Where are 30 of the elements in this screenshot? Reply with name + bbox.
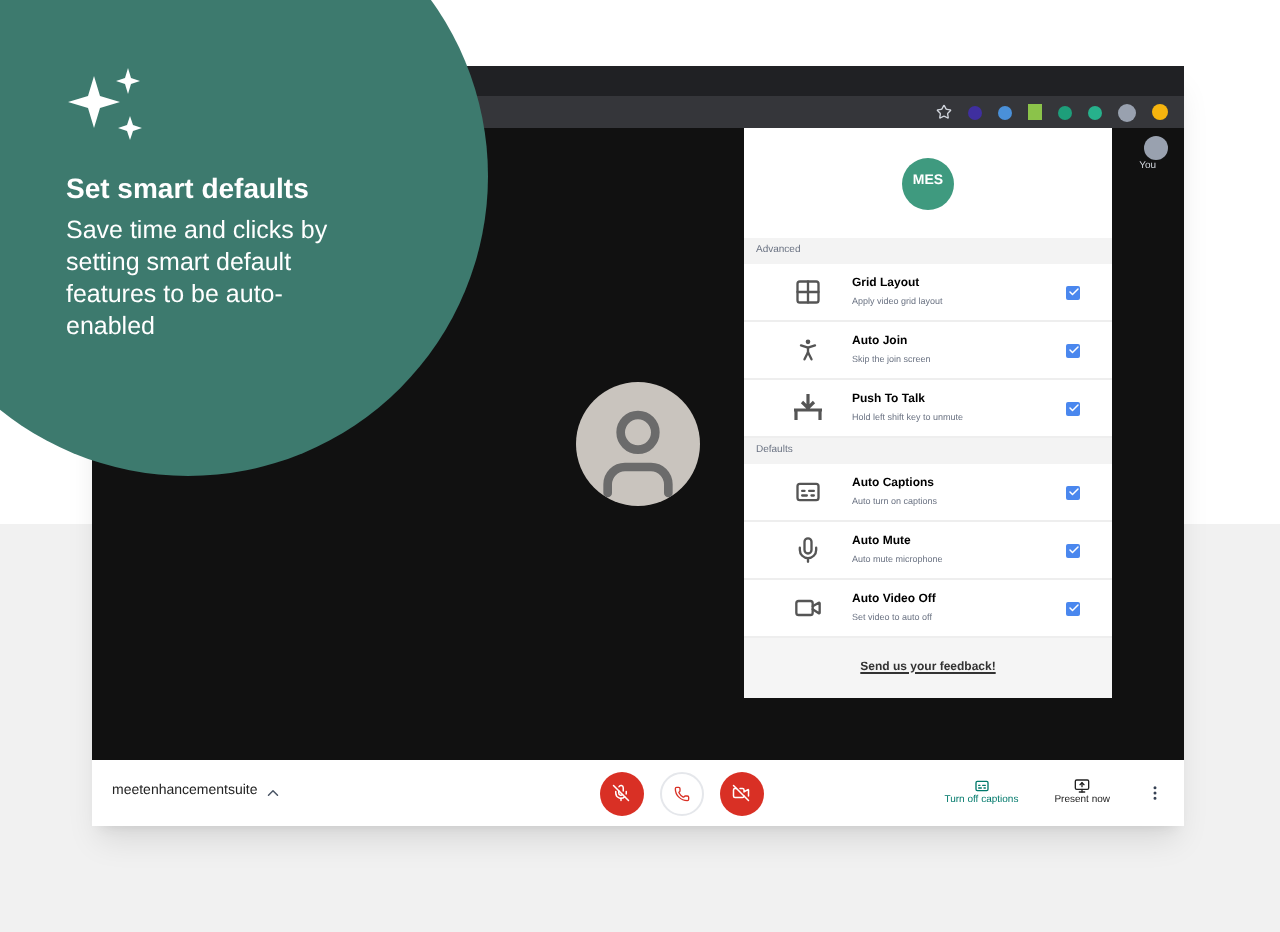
promo-description: Save time and clicks by setting smart default features to be auto-enabled <box>66 214 330 342</box>
push-to-talk-icon <box>792 394 824 422</box>
microphone-off-icon <box>612 784 630 802</box>
setting-checkbox[interactable] <box>1066 343 1080 357</box>
captions-icon <box>973 777 990 794</box>
extension-icon[interactable] <box>1152 104 1168 120</box>
extension-icon[interactable] <box>998 105 1012 119</box>
setting-checkbox[interactable] <box>1066 543 1080 557</box>
setting-checkbox[interactable] <box>1066 485 1080 499</box>
setting-checkbox[interactable] <box>1066 401 1080 415</box>
extension-icon[interactable] <box>1088 105 1102 119</box>
video-camera-icon <box>794 594 822 622</box>
profile-avatar-icon[interactable] <box>1118 103 1136 121</box>
phone-icon <box>673 785 689 801</box>
self-avatar <box>1144 136 1168 160</box>
setting-checkbox[interactable] <box>1066 285 1080 299</box>
chevron-up-icon[interactable] <box>263 784 282 802</box>
setting-checkbox[interactable] <box>1066 601 1080 615</box>
captions-icon <box>794 478 822 506</box>
camera-off-icon <box>732 784 750 802</box>
promo-title: Set smart defaults <box>66 170 311 208</box>
present-screen-icon <box>1074 777 1091 794</box>
grid-icon <box>794 278 822 306</box>
person-icon <box>794 336 822 364</box>
camera-off-button[interactable] <box>719 771 763 815</box>
mute-button[interactable] <box>599 771 643 815</box>
bookmark-star-icon[interactable] <box>936 104 952 120</box>
extension-icon[interactable] <box>1058 105 1072 119</box>
hang-up-button[interactable] <box>659 771 703 815</box>
microphone-icon <box>794 536 822 564</box>
